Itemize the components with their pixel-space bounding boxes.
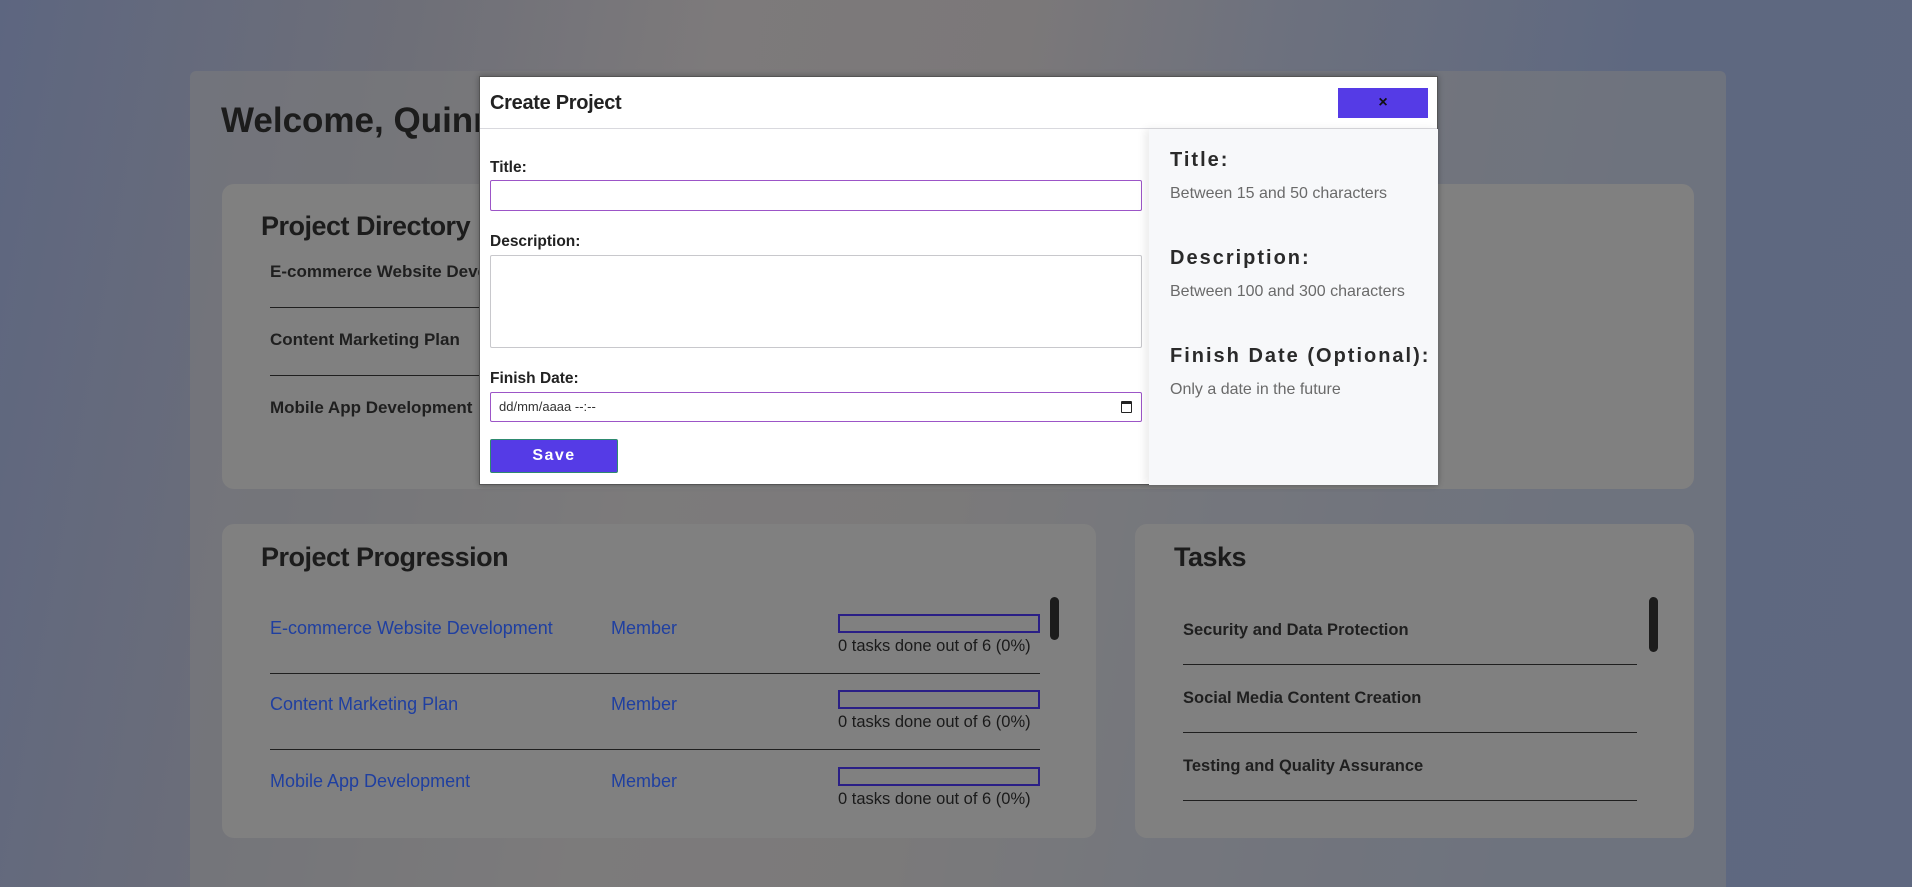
modal-title: Create Project [490,92,622,114]
validation-help-panel: Title: Between 15 and 50 characters Desc… [1149,129,1438,485]
help-title-text: Between 15 and 50 characters [1170,185,1388,202]
project-link[interactable]: Content Marketing Plan [270,694,458,715]
description-label: Description: [490,233,581,250]
progress-text: 0 tasks done out of 6 (0%) [838,790,1031,808]
title-input[interactable] [490,180,1142,211]
progress-text: 0 tasks done out of 6 (0%) [838,637,1031,655]
progression-row: Mobile App Development Member 0 tasks do… [270,751,1040,827]
close-button[interactable]: × [1338,88,1428,118]
finish-date-placeholder: dd/mm/aaaa --:-- [499,399,596,414]
project-link[interactable]: E-commerce Website Development [270,618,553,639]
save-button[interactable]: Save [490,439,618,473]
task-item[interactable]: Testing and Quality Assurance [1183,733,1637,801]
calendar-icon[interactable] [1121,401,1132,413]
project-directory-title: Project Directory [261,211,471,241]
progress-bar [838,767,1040,786]
title-label: Title: [490,159,527,176]
progress-bar [838,614,1040,633]
create-project-form: Title: Description: Finish Date: dd/mm/a… [490,129,1142,485]
project-role: Member [611,694,678,714]
modal-header: Create Project × [480,77,1437,129]
progression-row: Content Marketing Plan Member 0 tasks do… [270,674,1040,750]
description-textarea[interactable] [490,255,1142,348]
progress-text: 0 tasks done out of 6 (0%) [838,713,1031,731]
project-progression-title: Project Progression [261,542,509,572]
progress-bar [838,690,1040,709]
create-project-modal: Create Project × Title: Description: Fin… [479,76,1438,485]
close-icon: × [1378,94,1388,111]
tasks-scrollbar-thumb[interactable] [1649,597,1658,652]
project-link[interactable]: Mobile App Development [270,771,470,792]
progression-scrollbar-thumb[interactable] [1050,597,1059,640]
tasks-title: Tasks [1174,542,1247,572]
help-title-heading: Title: [1170,149,1230,171]
help-description-heading: Description: [1170,247,1311,269]
project-role: Member [611,618,678,638]
help-description-text: Between 100 and 300 characters [1170,283,1405,300]
finish-date-label: Finish Date: [490,370,579,387]
task-item[interactable]: Security and Data Protection [1183,597,1637,665]
finish-date-input[interactable]: dd/mm/aaaa --:-- [490,392,1142,422]
welcome-heading: Welcome, Quinn [221,101,495,140]
tasks-card: Tasks Security and Data Protection Socia… [1135,524,1694,838]
project-progression-card: Project Progression E-commerce Website D… [222,524,1096,838]
task-item[interactable]: Social Media Content Creation [1183,665,1637,733]
project-role: Member [611,771,678,791]
help-finish-text: Only a date in the future [1170,381,1341,398]
progression-row: E-commerce Website Development Member 0 … [270,598,1040,674]
help-finish-heading: Finish Date (Optional): [1170,345,1431,367]
